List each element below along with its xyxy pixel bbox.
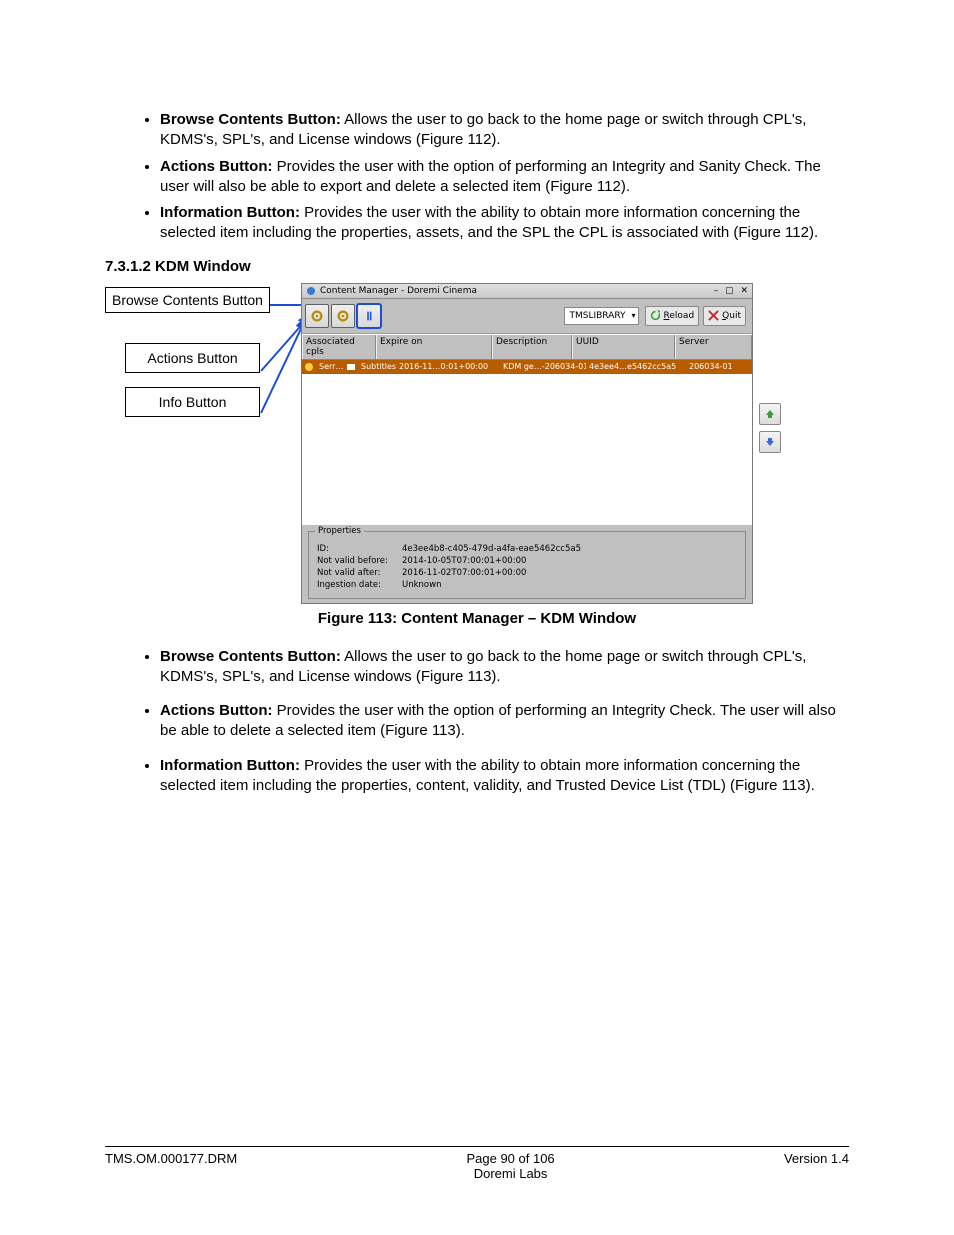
bullet-item: Information Button: Provides the user wi… (160, 203, 849, 244)
section-heading: 7.3.1.2 KDM Window (105, 258, 849, 275)
browse-contents-button[interactable] (357, 304, 381, 328)
reload-icon (650, 310, 661, 321)
maximize-icon[interactable]: ▢ (725, 286, 734, 296)
footer-page: Page 90 of 106 (466, 1151, 554, 1166)
close-x-icon (708, 310, 719, 321)
col-description[interactable]: Description (492, 335, 572, 359)
window-controls[interactable]: – ▢ ✕ (710, 286, 748, 296)
callout-browse: Browse Contents Button (105, 287, 270, 313)
gear-icon (310, 309, 324, 323)
footer-right: Version 1.4 (784, 1151, 849, 1181)
reload-label: Reload (664, 311, 695, 321)
reload-button[interactable]: Reload (645, 306, 700, 326)
col-server[interactable]: Server (675, 335, 752, 359)
app-icon (306, 286, 316, 296)
bullet-list-bottom: Browse Contents Button: Allows the user … (105, 647, 849, 797)
table-body: Serr… Subtitles 2016-11…0:01+00:00 KDM g… (302, 360, 752, 525)
bullet-item: Actions Button: Provides the user with t… (160, 701, 849, 742)
bullet-item: Browse Contents Button: Allows the user … (160, 647, 849, 688)
bullet-item: Actions Button: Provides the user with t… (160, 157, 849, 198)
info-icon (362, 309, 376, 323)
dropdown-value: TMSLIBRARY (569, 311, 625, 321)
properties-panel: Properties ID:4e3ee4b8-c405-479d-a4fa-ea… (308, 531, 746, 599)
bullet-item: Browse Contents Button: Allows the user … (160, 110, 849, 151)
properties-title: Properties (315, 526, 364, 536)
table-header: Associated cpls Expire on Description UU… (302, 334, 752, 360)
move-up-button[interactable] (759, 403, 781, 425)
callout-actions: Actions Button (125, 343, 260, 373)
col-associated-cpls[interactable]: Associated cpls (302, 335, 376, 359)
move-down-button[interactable] (759, 431, 781, 453)
bullet-list-top: Browse Contents Button: Allows the user … (105, 110, 849, 244)
arrow-down-icon (764, 436, 776, 448)
chevron-down-icon: ▾ (632, 311, 636, 320)
page-footer: TMS.OM.000177.DRM Page 90 of 106 Doremi … (105, 1146, 849, 1181)
window-title: Content Manager - Doremi Cinema (320, 286, 477, 296)
arrow-up-icon (764, 408, 776, 420)
library-dropdown[interactable]: TMSLIBRARY ▾ (564, 307, 638, 325)
callout-info: Info Button (125, 387, 260, 417)
prop-id: 4e3ee4b8-c405-479d-a4fa-eae5462cc5a5 (402, 544, 581, 554)
footer-company: Doremi Labs (466, 1166, 554, 1181)
figure-caption: Figure 113: Content Manager – KDM Window (105, 610, 849, 627)
actions-button[interactable] (305, 304, 329, 328)
col-expire-on[interactable]: Expire on (376, 335, 492, 359)
window-titlebar: Content Manager - Doremi Cinema – ▢ ✕ (302, 284, 752, 299)
close-icon[interactable]: ✕ (740, 286, 748, 296)
content-manager-window: Content Manager - Doremi Cinema – ▢ ✕ (301, 283, 753, 604)
col-uuid[interactable]: UUID (572, 335, 675, 359)
type-icon (346, 362, 356, 372)
quit-button[interactable]: Quit (703, 306, 746, 326)
gear-icon (336, 309, 350, 323)
prop-not-valid-after: 2016-11-02T07:00:01+00:00 (402, 568, 526, 578)
status-icon (304, 362, 314, 372)
footer-left: TMS.OM.000177.DRM (105, 1151, 237, 1181)
prop-ingestion-date: Unknown (402, 580, 441, 590)
minimize-icon[interactable]: – (714, 286, 719, 296)
info-button[interactable] (331, 304, 355, 328)
bullet-item: Information Button: Provides the user wi… (160, 756, 849, 797)
quit-label: Quit (722, 311, 741, 321)
table-row[interactable]: Serr… Subtitles 2016-11…0:01+00:00 KDM g… (302, 360, 752, 374)
prop-not-valid-before: 2014-10-05T07:00:01+00:00 (402, 556, 526, 566)
